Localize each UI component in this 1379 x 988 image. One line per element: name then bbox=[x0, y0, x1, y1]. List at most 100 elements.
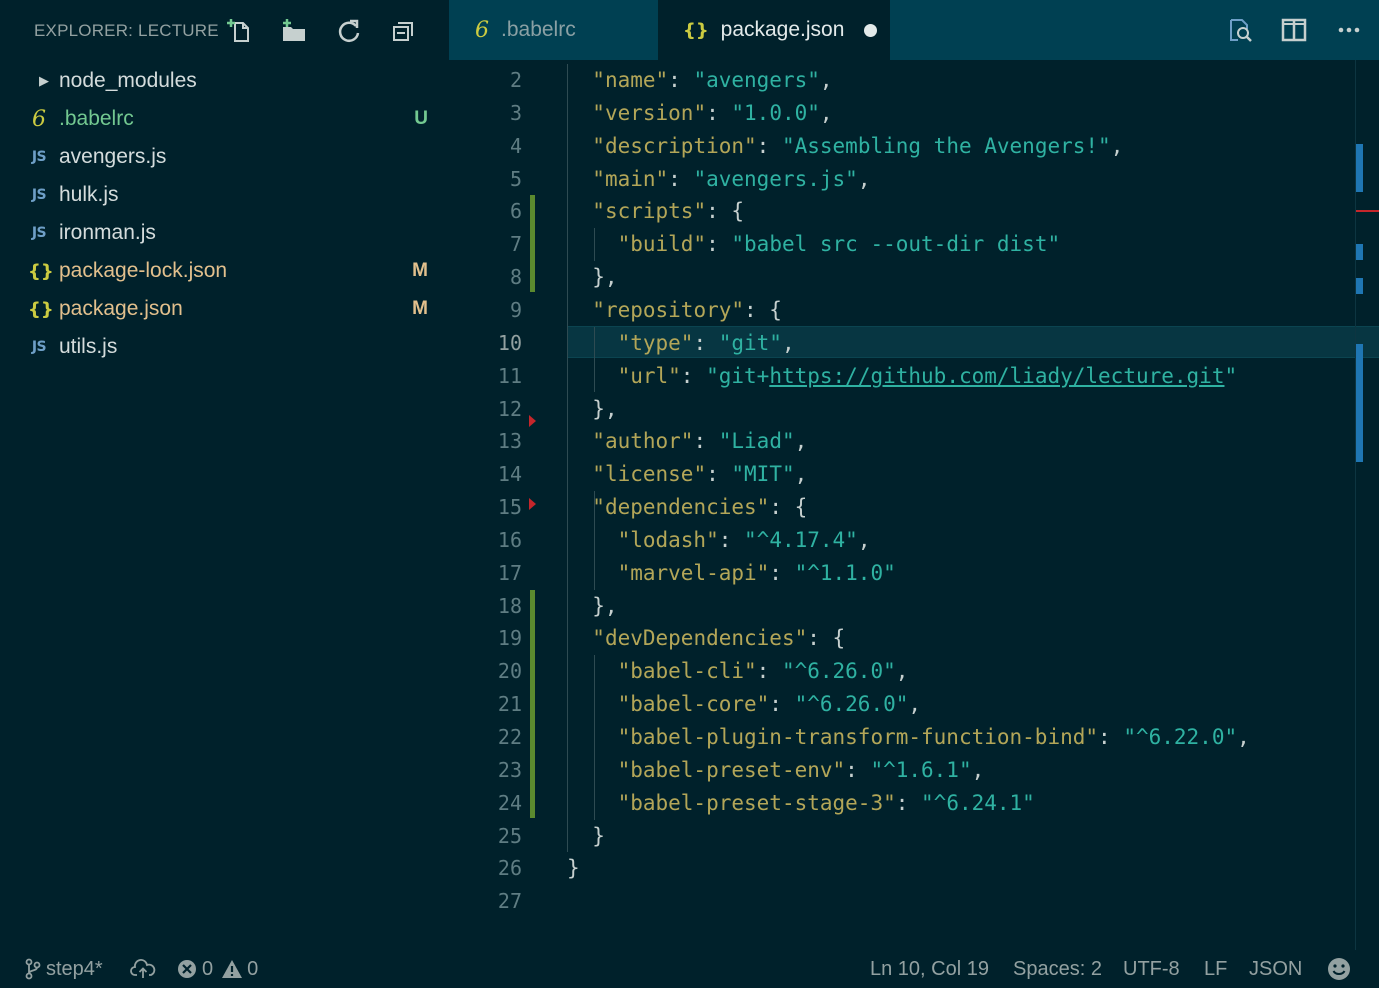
deleted-lines-marker[interactable] bbox=[529, 415, 536, 428]
code-area[interactable]: "name": "avengers", "version": "1.0.0", … bbox=[567, 60, 1355, 950]
babel-file-icon: 6 bbox=[475, 17, 489, 43]
indentation-setting[interactable]: Spaces: 2 bbox=[1013, 950, 1102, 988]
json-key: "description" bbox=[592, 133, 757, 158]
punctuation: : bbox=[668, 166, 694, 191]
git-branch[interactable]: step4* bbox=[24, 950, 103, 988]
js-file-icon: JS bbox=[31, 225, 47, 241]
json-key: "devDependencies" bbox=[592, 626, 808, 651]
json-string[interactable]: https://github.com/liady/lecture.git bbox=[769, 364, 1224, 388]
overview-ruler[interactable] bbox=[1355, 60, 1379, 950]
more-actions-icon[interactable] bbox=[1334, 15, 1364, 45]
code-line: "dependencies": { bbox=[567, 491, 807, 524]
indent-guide bbox=[593, 326, 595, 393]
file-tree-item[interactable]: JS hulk.js bbox=[0, 176, 449, 214]
json-key: "main" bbox=[592, 166, 669, 191]
sync-button[interactable] bbox=[130, 950, 160, 988]
file-name: ironman.js bbox=[59, 221, 156, 244]
overview-marker bbox=[1356, 144, 1363, 192]
file-tree-item[interactable]: JS avengers.js bbox=[0, 138, 449, 176]
punctuation: , bbox=[819, 68, 833, 92]
punctuation: : bbox=[680, 363, 707, 388]
line-number: 27 bbox=[497, 889, 522, 914]
line-number-gutter: 2 3 4 5 6 7 8 9 10 11 12 13 14 15 16 17 18 19 20 21 22 23 24 25… bbox=[449, 60, 549, 950]
overview-marker bbox=[1356, 278, 1363, 294]
line-number: 23 bbox=[497, 757, 522, 782]
punctuation: : bbox=[693, 330, 719, 355]
json-string: "^6.24.1" bbox=[921, 790, 1035, 815]
code-editor[interactable]: 2 3 4 5 6 7 8 9 10 11 12 13 14 15 16 17 18 19 20 21 22 23 24 25… bbox=[449, 60, 1379, 950]
punctuation: , bbox=[857, 527, 871, 552]
punctuation: : bbox=[706, 100, 732, 125]
punctuation: : { bbox=[807, 626, 846, 651]
tab-label: package.json bbox=[720, 18, 845, 41]
punctuation: : bbox=[756, 659, 782, 684]
encoding-label: UTF-8 bbox=[1123, 957, 1180, 980]
punctuation: , bbox=[794, 462, 808, 487]
file-tree-item[interactable]: JS utils.js bbox=[0, 328, 449, 366]
punctuation: , bbox=[1237, 725, 1250, 749]
punctuation: } bbox=[567, 856, 580, 881]
js-file-icon: JS bbox=[31, 187, 47, 203]
eol-setting[interactable]: LF bbox=[1204, 950, 1227, 988]
file-name: hulk.js bbox=[59, 183, 119, 206]
punctuation: , bbox=[781, 330, 795, 355]
file-tree-item[interactable]: ▶ node_modules bbox=[0, 62, 449, 100]
open-preview-icon[interactable] bbox=[1225, 15, 1255, 45]
punctuation: : bbox=[756, 133, 782, 158]
punctuation: , bbox=[895, 659, 909, 684]
smiley-icon bbox=[1328, 958, 1350, 980]
unsaved-dot-icon[interactable] bbox=[864, 23, 878, 37]
punctuation bbox=[567, 725, 618, 749]
punctuation: , bbox=[1110, 133, 1124, 158]
json-string: "^4.17.4" bbox=[744, 527, 858, 552]
line-number: 22 bbox=[497, 725, 522, 749]
json-string: "^6.22.0" bbox=[1123, 725, 1238, 749]
feedback-button[interactable] bbox=[1326, 950, 1356, 988]
line-number: 6 bbox=[509, 199, 522, 224]
scrollbar-thumb[interactable] bbox=[1356, 344, 1363, 462]
cursor-position[interactable]: Ln 10, Col 19 bbox=[870, 950, 989, 988]
tab-babelrc[interactable]: 6 .babelrc bbox=[449, 0, 658, 60]
line-number: 19 bbox=[497, 626, 522, 651]
line-number: 18 bbox=[497, 593, 522, 618]
split-editor-icon[interactable] bbox=[1279, 15, 1309, 45]
new-folder-icon[interactable] bbox=[279, 16, 309, 46]
code-line: }, bbox=[567, 590, 617, 623]
refresh-icon[interactable] bbox=[334, 16, 364, 46]
line-number: 4 bbox=[509, 133, 522, 158]
git-change-marker[interactable] bbox=[530, 589, 535, 818]
collapse-all-icon[interactable] bbox=[389, 16, 419, 46]
git-status-badge: M bbox=[412, 298, 428, 319]
punctuation: : bbox=[693, 429, 719, 454]
punctuation bbox=[567, 791, 618, 815]
deleted-lines-marker[interactable] bbox=[529, 497, 536, 510]
file-tree-item[interactable]: JS ironman.js bbox=[0, 214, 449, 252]
encoding-setting[interactable]: UTF-8 bbox=[1123, 950, 1180, 988]
code-line: "type": "git", bbox=[567, 327, 795, 360]
file-tree-item[interactable]: {} package-lock.json M bbox=[0, 252, 449, 290]
punctuation bbox=[567, 68, 592, 92]
new-file-icon[interactable] bbox=[224, 16, 254, 46]
json-key: "marvel-api" bbox=[617, 560, 770, 585]
problems-indicator[interactable]: 0 0 bbox=[176, 950, 258, 988]
git-change-marker[interactable] bbox=[530, 195, 535, 292]
line-number: 15 bbox=[497, 495, 522, 520]
code-line: "babel-preset-stage-3": "^6.24.1" bbox=[567, 787, 1035, 820]
json-key: "build" bbox=[617, 232, 707, 257]
file-tree-item[interactable]: {} package.json M bbox=[0, 290, 449, 328]
error-count: 0 bbox=[202, 957, 214, 980]
json-string: "MIT" bbox=[731, 462, 795, 487]
punctuation bbox=[567, 626, 592, 650]
file-name: package-lock.json bbox=[59, 259, 228, 282]
punctuation bbox=[567, 134, 592, 158]
punctuation bbox=[567, 429, 592, 453]
file-tree-item[interactable]: 6 .babelrc U bbox=[0, 100, 449, 138]
explorer-title: EXPLORER: LECTURE bbox=[34, 21, 219, 40]
punctuation: }, bbox=[567, 265, 618, 290]
code-line: }, bbox=[567, 393, 617, 426]
tab-package-json[interactable]: {} package.json bbox=[658, 0, 890, 60]
code-line: "lodash": "^4.17.4", bbox=[567, 524, 871, 557]
json-key: "babel-preset-env" bbox=[617, 757, 846, 782]
code-line: "author": "Liad", bbox=[567, 425, 807, 458]
language-mode[interactable]: JSON bbox=[1249, 950, 1302, 988]
